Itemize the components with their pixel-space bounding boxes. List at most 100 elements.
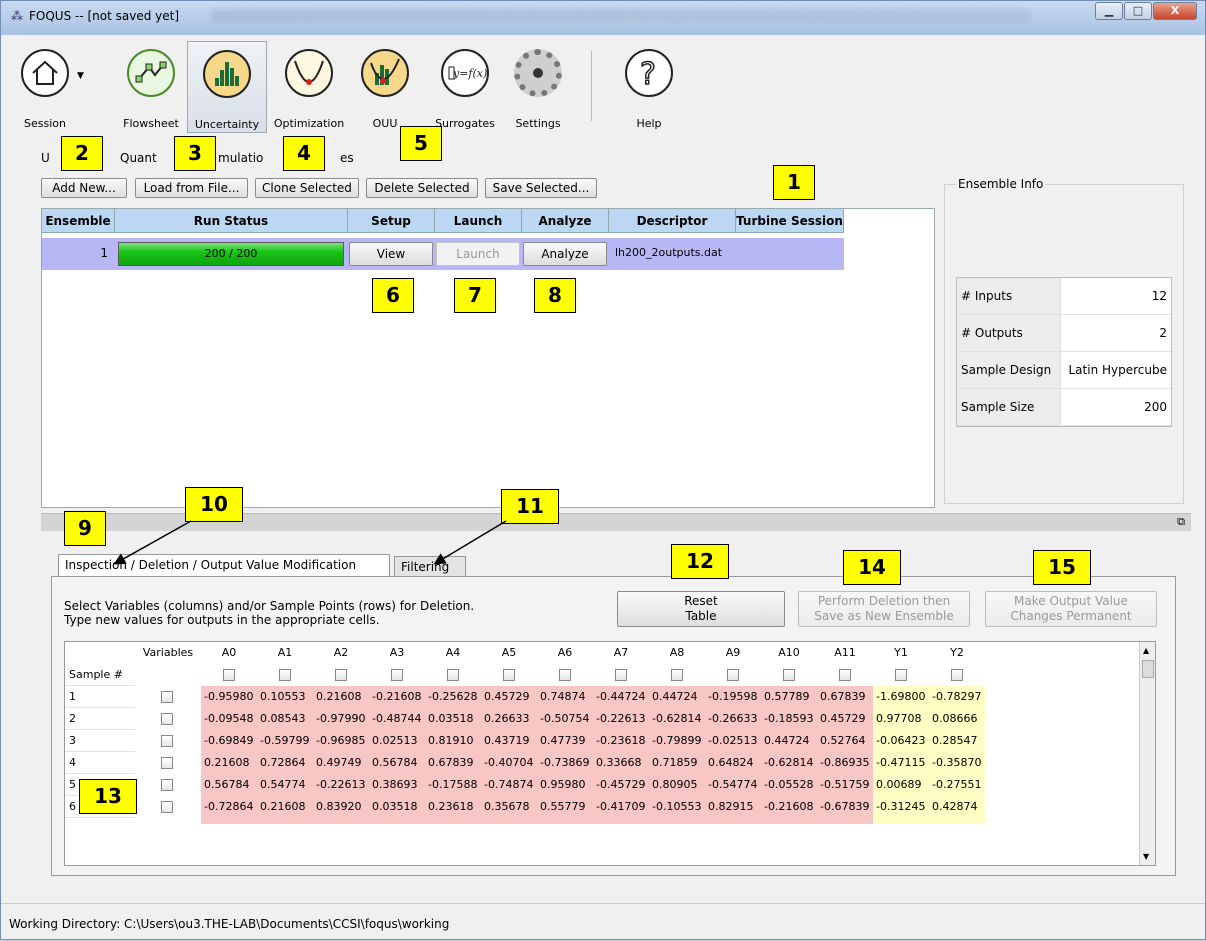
col-launch: Launch xyxy=(435,209,522,233)
load-from-file-button[interactable]: Load from File... xyxy=(135,178,248,198)
output-cell[interactable]: -1.69800 xyxy=(873,686,929,708)
float-dock-icon[interactable]: ⧉ xyxy=(1177,515,1185,529)
info-value: 12 xyxy=(1151,289,1167,303)
maximize-button[interactable]: □ xyxy=(1124,2,1152,20)
toolbar-ouu[interactable]: OUU xyxy=(353,41,417,133)
row-checkbox[interactable] xyxy=(161,735,173,747)
input-cell: 0.56784 xyxy=(201,774,257,796)
input-cell: -0.96985 xyxy=(313,730,369,752)
make-output-permanent-button[interactable]: Make Output Value Changes Permanent xyxy=(985,591,1157,627)
input-cell: -0.17588 xyxy=(425,774,481,796)
column-checkbox-a0[interactable] xyxy=(223,669,235,681)
input-cell: 0.23618 xyxy=(425,796,481,818)
toolbar-settings[interactable]: Settings xyxy=(503,41,573,133)
input-cell: 0.67839 xyxy=(817,686,873,708)
output-cell[interactable]: 0.28547 xyxy=(929,730,985,752)
toolbar-help[interactable]: ? Help xyxy=(619,41,679,133)
input-cell: 0.74874 xyxy=(537,686,593,708)
input-cell: -0.50754 xyxy=(537,708,593,730)
toolbar-flowsheet[interactable]: Flowsheet xyxy=(117,41,185,133)
input-cell: 0.81910 xyxy=(425,730,481,752)
input-cell: -0.22613 xyxy=(593,708,649,730)
row-checkbox[interactable] xyxy=(161,801,173,813)
grid-vertical-scrollbar[interactable]: ▲ ▼ xyxy=(1139,642,1155,865)
close-button[interactable]: X xyxy=(1153,2,1197,20)
output-cell[interactable]: -0.35870 xyxy=(929,752,985,774)
toolbar-uncertainty[interactable]: Uncertainty xyxy=(187,41,267,133)
analyze-button[interactable]: Analyze xyxy=(523,242,607,266)
minimize-button[interactable]: ▁ xyxy=(1095,2,1123,20)
row-checkbox[interactable] xyxy=(161,779,173,791)
output-cell[interactable]: 0.97708 xyxy=(873,708,929,730)
output-cell[interactable]: 0.08666 xyxy=(929,708,985,730)
output-cell[interactable]: 0.00689 xyxy=(873,774,929,796)
output-cell[interactable]: -0.31245 xyxy=(873,796,929,818)
row-header[interactable]: 2 xyxy=(65,708,135,730)
row-header[interactable]: 3 xyxy=(65,730,135,752)
clone-selected-button[interactable]: Clone Selected xyxy=(255,178,359,198)
scroll-thumb[interactable] xyxy=(1142,660,1154,678)
output-cell[interactable]: -0.27551 xyxy=(929,774,985,796)
input-cell: 0.56784 xyxy=(369,752,425,774)
input-cell: -0.05528 xyxy=(761,774,817,796)
gear-icon xyxy=(514,49,562,97)
perform-deletion-button[interactable]: Perform Deletion then Save as New Ensemb… xyxy=(798,591,970,627)
row-header[interactable]: 4 xyxy=(65,752,135,774)
tab-inspection[interactable]: Inspection / Deletion / Output Value Mod… xyxy=(58,554,390,576)
column-checkbox-a6[interactable] xyxy=(559,669,571,681)
column-checkbox-a3[interactable] xyxy=(391,669,403,681)
column-checkbox-y2[interactable] xyxy=(951,669,963,681)
info-key: Sample Size xyxy=(957,389,1061,425)
input-cell: 0.38693 xyxy=(369,774,425,796)
chevron-down-icon[interactable]: ▼ xyxy=(77,71,84,81)
output-cell[interactable]: -0.06423 xyxy=(873,730,929,752)
input-cell: 0.54774 xyxy=(257,774,313,796)
row-checkbox[interactable] xyxy=(161,713,173,725)
toolbar-session-label: Session xyxy=(24,117,66,130)
input-cell: -0.62814 xyxy=(761,752,817,774)
launch-button[interactable]: Launch xyxy=(436,242,520,266)
add-new-button[interactable]: Add New... xyxy=(41,178,127,198)
input-cell: 0.80905 xyxy=(649,774,705,796)
foqus-window: ⁂ FOQUS -- [not saved yet] ▁ □ X ▼ Sessi… xyxy=(0,0,1206,940)
row-checkbox[interactable] xyxy=(161,691,173,703)
reset-table-button[interactable]: Reset Table xyxy=(617,591,785,627)
scroll-down-arrow[interactable]: ▼ xyxy=(1143,852,1149,861)
uq-group-label-part1: U xyxy=(41,151,50,165)
column-checkbox-a11[interactable] xyxy=(839,669,851,681)
output-cell[interactable]: -0.78297 xyxy=(929,686,985,708)
toolbar-session[interactable]: ▼ Session xyxy=(13,41,84,133)
uq-group-label-part3: mulatio xyxy=(218,151,264,165)
save-selected-button[interactable]: Save Selected... xyxy=(485,178,597,198)
callout-15: 15 xyxy=(1033,550,1091,585)
column-checkbox-a1[interactable] xyxy=(279,669,291,681)
delete-selected-button[interactable]: Delete Selected xyxy=(366,178,478,198)
scroll-up-arrow[interactable]: ▲ xyxy=(1143,646,1149,655)
column-checkbox-a10[interactable] xyxy=(783,669,795,681)
surrogate-function-icon: y=f(x) xyxy=(441,49,489,97)
toolbar-optimization[interactable]: Optimization xyxy=(269,41,349,133)
toolbar-surrogates[interactable]: y=f(x) Surrogates xyxy=(427,41,503,133)
column-checkbox-a9[interactable] xyxy=(727,669,739,681)
column-checkbox-a2[interactable] xyxy=(335,669,347,681)
row-checkbox[interactable] xyxy=(161,757,173,769)
instructions-line1: Select Variables (columns) and/or Sample… xyxy=(64,599,475,613)
column-header-a8: A8 xyxy=(669,646,685,659)
input-cell: -0.44724 xyxy=(593,686,649,708)
input-cell: -0.86935 xyxy=(817,752,873,774)
view-button[interactable]: View xyxy=(349,242,433,266)
output-cell[interactable]: 0.42874 xyxy=(929,796,985,818)
input-cell: -0.97990 xyxy=(313,708,369,730)
row-header[interactable]: 1 xyxy=(65,686,135,708)
column-checkbox-y1[interactable] xyxy=(895,669,907,681)
column-checkbox-a8[interactable] xyxy=(671,669,683,681)
input-cell: -0.40704 xyxy=(481,752,537,774)
column-checkbox-a4[interactable] xyxy=(447,669,459,681)
tab-filtering[interactable]: Filtering xyxy=(394,556,466,576)
input-cell: 0.21608 xyxy=(257,796,313,818)
column-checkbox-a5[interactable] xyxy=(503,669,515,681)
output-cell[interactable]: -0.47115 xyxy=(873,752,929,774)
col-setup: Setup xyxy=(348,209,435,233)
input-cell: 0.64824 xyxy=(705,752,761,774)
column-checkbox-a7[interactable] xyxy=(615,669,627,681)
